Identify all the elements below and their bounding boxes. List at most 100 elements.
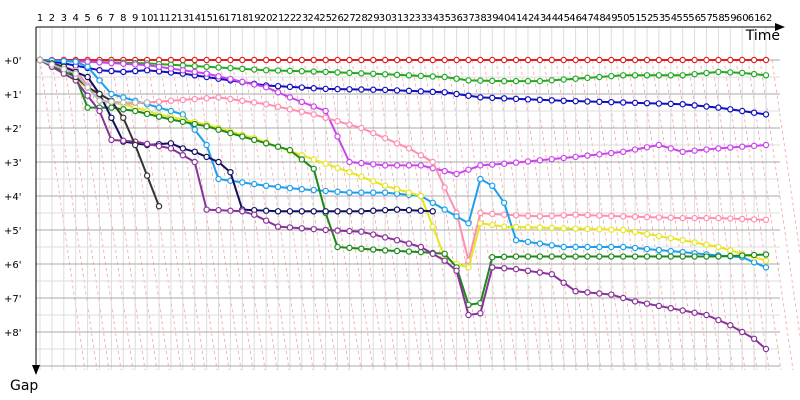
data-point	[381, 247, 389, 254]
data-point	[572, 288, 579, 295]
data-point	[655, 141, 663, 149]
data-point	[179, 118, 187, 125]
data-point	[703, 214, 710, 222]
x-tick-label: 53	[653, 13, 666, 24]
data-point	[417, 162, 425, 169]
data-point	[405, 145, 413, 152]
data-point	[179, 145, 187, 152]
data-point	[727, 69, 734, 76]
data-point	[239, 133, 246, 140]
data-point	[251, 180, 258, 188]
data-point	[84, 58, 91, 65]
data-point	[477, 209, 484, 217]
data-point	[370, 86, 377, 93]
data-point	[120, 60, 127, 67]
data-point	[203, 141, 210, 149]
data-point	[762, 56, 770, 64]
x-tick-label: 7	[108, 13, 114, 24]
data-point	[548, 224, 555, 232]
data-point	[405, 240, 413, 247]
data-point	[298, 84, 306, 91]
data-point	[619, 226, 627, 234]
data-point	[750, 56, 758, 64]
data-point	[322, 56, 329, 64]
data-point	[500, 199, 508, 206]
data-point	[667, 100, 674, 108]
data-point	[750, 142, 758, 150]
data-point	[453, 90, 460, 98]
data-point	[548, 77, 555, 84]
data-point	[143, 61, 151, 69]
data-point	[334, 117, 341, 125]
x-tick-label: 9	[132, 13, 138, 24]
data-point	[286, 106, 294, 113]
data-point	[96, 97, 103, 105]
x-tick-labels: 1 2 3 4 5 6 7 8 9 10 11 12 13 14 15 16 17 18 19 20 21 22 23 24 2…	[37, 13, 773, 24]
x-tick-label: 31	[391, 13, 404, 24]
data-point	[631, 56, 639, 64]
data-point	[310, 68, 317, 75]
x-tick-label: 19	[248, 13, 261, 24]
data-point	[358, 124, 365, 132]
data-point	[679, 307, 686, 314]
data-point	[358, 159, 365, 167]
data-point	[643, 230, 651, 238]
x-tick-label: 61	[748, 13, 761, 24]
data-point	[227, 75, 234, 83]
data-point	[667, 214, 674, 221]
data-point	[274, 143, 282, 150]
data-point	[84, 83, 91, 91]
data-point	[727, 144, 734, 151]
data-point	[489, 77, 496, 85]
data-point	[286, 67, 294, 75]
data-point	[251, 211, 258, 218]
x-tick-label: 4	[73, 13, 79, 24]
x-tick-label: 43	[534, 13, 547, 24]
x-tick-label: 47	[581, 13, 594, 24]
x-tick-label: 23	[295, 13, 308, 24]
data-point	[584, 211, 591, 219]
data-point	[60, 65, 68, 73]
data-point	[84, 63, 91, 71]
data-point	[524, 56, 532, 64]
data-point	[262, 140, 270, 147]
data-point	[334, 243, 341, 251]
data-point	[370, 231, 377, 238]
data-point	[405, 206, 413, 214]
data-point	[750, 216, 758, 223]
data-point	[667, 253, 674, 260]
data-point	[370, 207, 377, 214]
data-point	[608, 149, 615, 157]
data-point	[750, 70, 758, 78]
data-point	[322, 208, 329, 215]
data-point	[405, 56, 413, 64]
data-point	[536, 253, 544, 260]
data-point	[167, 145, 175, 152]
data-point	[322, 160, 329, 167]
data-point	[453, 75, 460, 82]
data-point	[120, 114, 127, 122]
data-point	[381, 86, 389, 94]
data-point	[429, 223, 436, 230]
data-point	[227, 129, 234, 137]
x-tick-label: 30	[379, 13, 392, 24]
data-point	[762, 264, 770, 271]
data-point	[191, 95, 198, 103]
data-point	[500, 265, 508, 272]
data-point	[155, 104, 163, 111]
data-point	[524, 96, 532, 103]
data-point	[643, 300, 651, 307]
data-point	[619, 56, 627, 64]
x-tick-label: 10	[141, 13, 154, 24]
data-point	[346, 189, 353, 196]
data-point	[572, 56, 579, 64]
data-point	[643, 245, 651, 253]
data-point	[358, 86, 365, 93]
data-point	[155, 63, 163, 71]
data-point	[167, 140, 175, 147]
data-point	[465, 311, 472, 319]
data-point	[167, 116, 175, 123]
x-tick-label: 62	[760, 13, 773, 24]
data-point	[560, 253, 567, 260]
data-point	[572, 75, 579, 82]
